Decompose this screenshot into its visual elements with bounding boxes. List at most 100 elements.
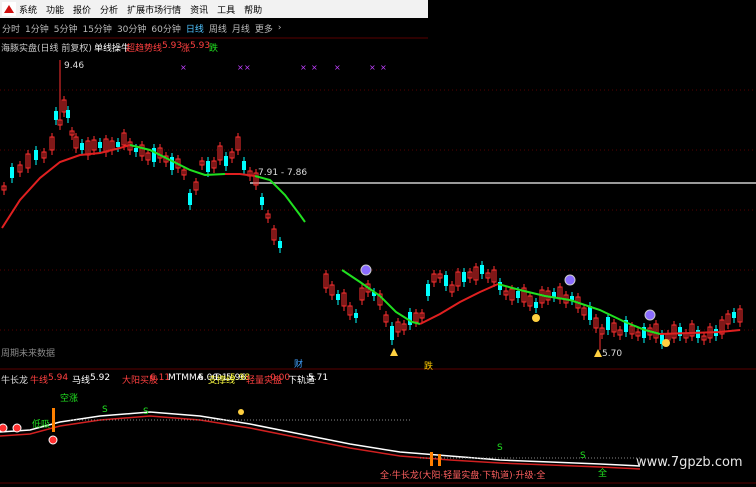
mid-price-marker: 7.91 - 7.86 xyxy=(258,168,308,178)
tab-monthly[interactable]: 月线 xyxy=(232,22,250,35)
sub-bottom-tag: 全 xyxy=(598,469,608,479)
candle-body-down xyxy=(66,110,70,118)
candle-body-down xyxy=(98,142,102,148)
sub-value-lower-band: 5.71 xyxy=(308,373,329,383)
coin-icon xyxy=(662,339,670,347)
tab-5min[interactable]: 5分钟 xyxy=(54,22,78,35)
tab-60min[interactable]: 60分钟 xyxy=(151,22,180,35)
marker-s-2: S xyxy=(143,407,149,417)
trend-line-green-4 xyxy=(497,283,661,335)
candle-body-down xyxy=(678,327,682,336)
candle-body-down xyxy=(260,197,264,205)
coin-icon xyxy=(532,314,540,322)
signal-circle-icon xyxy=(644,309,656,321)
candle-body-down xyxy=(206,161,210,172)
menu-item-tools[interactable]: 工具 xyxy=(217,3,235,16)
thumb-icon xyxy=(238,409,244,415)
menu-item-function[interactable]: 功能 xyxy=(46,3,64,16)
candle-body-down xyxy=(462,272,466,282)
signal-x-marker: × xyxy=(300,63,307,72)
signal-x-marker: × xyxy=(369,63,376,72)
high-price-marker: 9.46 xyxy=(64,61,85,71)
candle-body-down xyxy=(80,143,84,150)
buy-triangle-icon xyxy=(594,349,602,357)
signal-x-marker: × xyxy=(244,63,251,72)
sub-value-horse: 5.92 xyxy=(90,373,111,383)
menu-item-news[interactable]: 资讯 xyxy=(190,3,208,16)
label-down: 跌 xyxy=(209,44,219,54)
candle-body-down xyxy=(116,142,120,147)
signal-x-marker: × xyxy=(334,63,341,72)
chart-canvas: × × × × × × × × xyxy=(0,37,756,484)
sub-bar xyxy=(438,454,441,466)
bottom-note: 周期未来数据 xyxy=(1,349,56,359)
candle-body-down xyxy=(426,284,430,296)
tab-more[interactable]: 更多 xyxy=(255,22,273,35)
sub-label-bull: 牛线 xyxy=(30,376,49,386)
marker-s-3: S xyxy=(497,443,503,453)
tab-daily[interactable]: 日线 xyxy=(186,22,204,35)
menu-bar: 系统 功能 报价 分析 扩展市场行情 资讯 工具 帮助 xyxy=(0,0,428,18)
menu-item-quote[interactable]: 报价 xyxy=(73,3,91,16)
low-price-marker: 5.70 xyxy=(602,349,623,359)
tag-finance: 财 xyxy=(294,360,304,370)
value-super-trend: 5.93 xyxy=(162,41,183,51)
menu-item-extended-market[interactable]: 扩展市场行情 xyxy=(127,3,181,16)
candle-body-down xyxy=(390,326,394,340)
sub-label-horse: 马线 xyxy=(72,376,91,386)
candle-body-down xyxy=(534,302,538,308)
candle-body-down xyxy=(516,291,520,298)
candle-body-down xyxy=(242,161,246,170)
marker-surge: 空涨 xyxy=(60,394,79,404)
sub-bottom-text: 全·牛长龙(大阳·轻量实盘·下轨道)·升级·全 xyxy=(380,471,546,481)
sub-panel-name: 牛长龙 xyxy=(1,376,29,386)
signal-x-marker: × xyxy=(180,63,187,72)
signal-x-marker: × xyxy=(380,63,387,72)
candle-body-down xyxy=(10,167,14,178)
signal-x-marker: × xyxy=(237,63,244,72)
marker-buy-low: 低吸 xyxy=(32,420,51,430)
candle-body-down xyxy=(188,193,192,205)
candle-body-down xyxy=(278,241,282,248)
label-up: 涨 xyxy=(181,44,191,54)
candle-body-down xyxy=(444,275,448,286)
candle-body-down xyxy=(354,313,358,318)
menu-item-analysis[interactable]: 分析 xyxy=(100,3,118,16)
tab-1min[interactable]: 1分钟 xyxy=(25,22,49,35)
watermark: www.7gpzb.com xyxy=(636,455,743,470)
trend-line-red-3 xyxy=(419,283,499,325)
indicator-name: 单线操牛 xyxy=(94,44,131,54)
candle-body-down xyxy=(408,312,412,325)
candle-body-down xyxy=(54,111,58,120)
signal-circle-icon xyxy=(564,274,576,286)
candle-body-down xyxy=(732,312,736,318)
tab-weekly[interactable]: 周线 xyxy=(209,22,227,35)
candle-body-down xyxy=(696,330,700,338)
candle-body-down xyxy=(170,157,174,170)
signal-circle-icon xyxy=(360,264,372,276)
candle-body-down xyxy=(152,148,156,162)
menu-item-system[interactable]: 系统 xyxy=(19,3,37,16)
buy-triangle-icon xyxy=(390,348,398,356)
sub-bar xyxy=(52,408,55,432)
sub-signal-icon xyxy=(48,435,58,445)
menu-item-help[interactable]: 帮助 xyxy=(244,3,262,16)
marker-s-1: S xyxy=(102,405,108,415)
tab-30min[interactable]: 30分钟 xyxy=(117,22,146,35)
candle-body-down xyxy=(134,148,138,152)
sub-value-bull: 5.94 xyxy=(48,373,69,383)
candle-body-down xyxy=(224,156,228,166)
candle-body-down xyxy=(480,265,484,274)
value-up: 5.93 xyxy=(190,41,211,51)
period-tab-bar: 分时 1分钟 5分钟 15分钟 30分钟 60分钟 日线 周线 月线 更多 › xyxy=(0,20,285,36)
chevron-right-icon[interactable]: › xyxy=(278,23,282,33)
candle-body-down xyxy=(336,294,340,300)
sub-signal-icon xyxy=(12,423,22,433)
main-panel-title: 海豚实盘(日线 前复权) xyxy=(1,44,92,54)
candle-body-down xyxy=(606,317,610,330)
tab-15min[interactable]: 15分钟 xyxy=(82,22,111,35)
tab-intraday[interactable]: 分时 xyxy=(2,22,20,35)
sub-bar xyxy=(430,452,433,466)
candle-body-down xyxy=(34,150,38,160)
label-super-trend: 超趋势线 xyxy=(126,44,163,54)
